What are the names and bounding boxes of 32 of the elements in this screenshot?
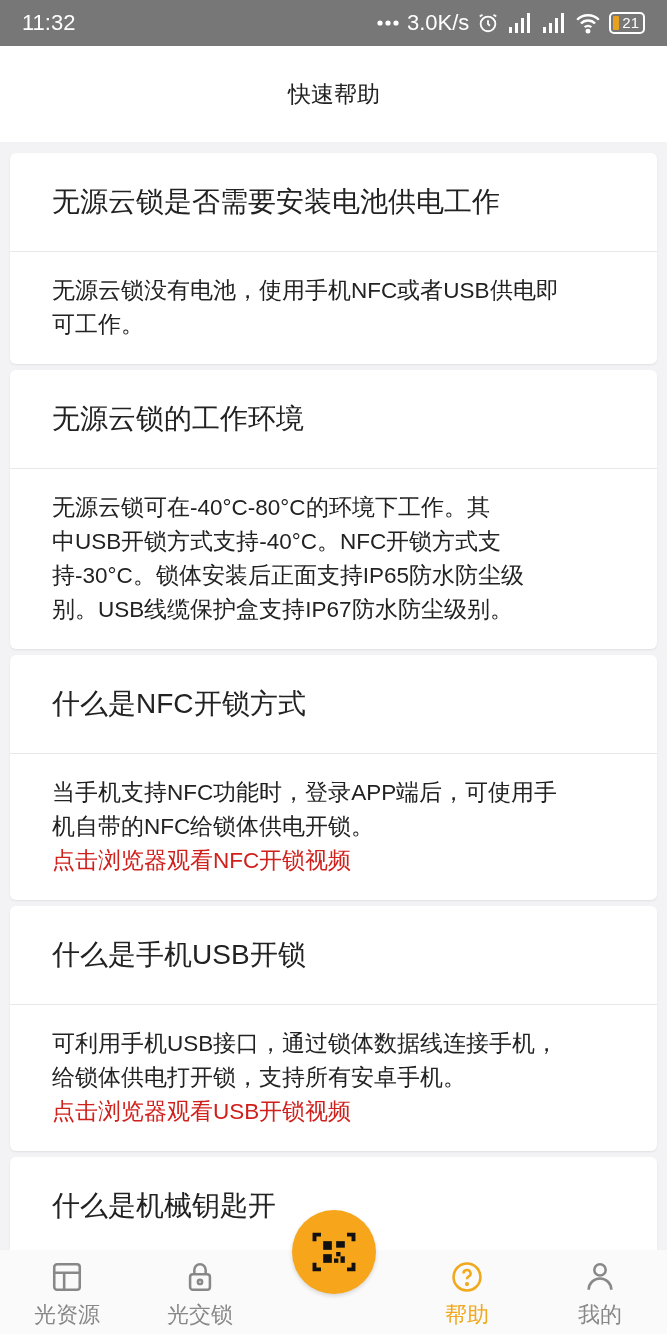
answer-text: 无源云锁可在-40°C-80°C的环境下工作。其 xyxy=(52,494,491,522)
question-title[interactable]: 什么是NFC开锁方式 xyxy=(10,655,657,754)
answer-text: 可工作。 xyxy=(52,311,145,339)
clock-time: 11:32 xyxy=(22,10,76,36)
answer-text: 可利用手机USB接口，通过锁体数据线连接手机， xyxy=(52,1030,560,1058)
tab-label: 帮助 xyxy=(444,1301,489,1329)
more-dots-icon xyxy=(376,20,399,26)
tab-label: 我的 xyxy=(578,1301,623,1329)
answer-text: 机自带的NFC给锁体供电开锁。 xyxy=(52,813,376,841)
answer-text: 当手机支持NFC功能时，登录APP端后，可使用手 xyxy=(52,779,559,807)
answer-text: 持-30°C。锁体安装后正面支持IP65防水防尘级 xyxy=(52,562,526,590)
answer-text: 无源云锁没有电池，使用手机NFC或者USB供电即 xyxy=(52,277,560,305)
tab-item[interactable]: 光资源 xyxy=(0,1250,134,1334)
answer-text: 中USB开锁方式支持-40°C。NFC开锁方式支 xyxy=(52,528,503,556)
network-speed-value: 3.0K/s xyxy=(406,10,470,36)
help-icon xyxy=(449,1260,484,1294)
tab-label: 光资源 xyxy=(33,1301,100,1329)
question-title[interactable]: 无源云锁是否需要安装电池供电工作 xyxy=(10,153,657,252)
page-title: 快速帮助 xyxy=(0,46,667,142)
video-link[interactable]: 点击浏览器观看NFC开锁视频 xyxy=(52,844,352,878)
battery-level: 21 xyxy=(622,15,639,31)
question-title[interactable]: 什么是手机USB开锁 xyxy=(10,906,657,1005)
video-link[interactable]: 点击浏览器观看USB开锁视频 xyxy=(52,1095,352,1129)
tab-label: 光交锁 xyxy=(167,1301,234,1329)
question-title[interactable]: 无源云锁的工作环境 xyxy=(10,370,657,469)
scan-button[interactable] xyxy=(291,1210,376,1294)
wifi-icon xyxy=(575,12,602,34)
tab-item[interactable]: 我的 xyxy=(533,1250,667,1334)
answer-text: 别。USB线缆保护盒支持IP67防水防尘级别。 xyxy=(52,596,514,624)
answer-text: 给锁体供电打开锁，支持所有安卓手机。 xyxy=(52,1064,467,1092)
tab-item[interactable]: 光交锁 xyxy=(133,1250,267,1334)
battery-charge-icon xyxy=(613,16,620,30)
